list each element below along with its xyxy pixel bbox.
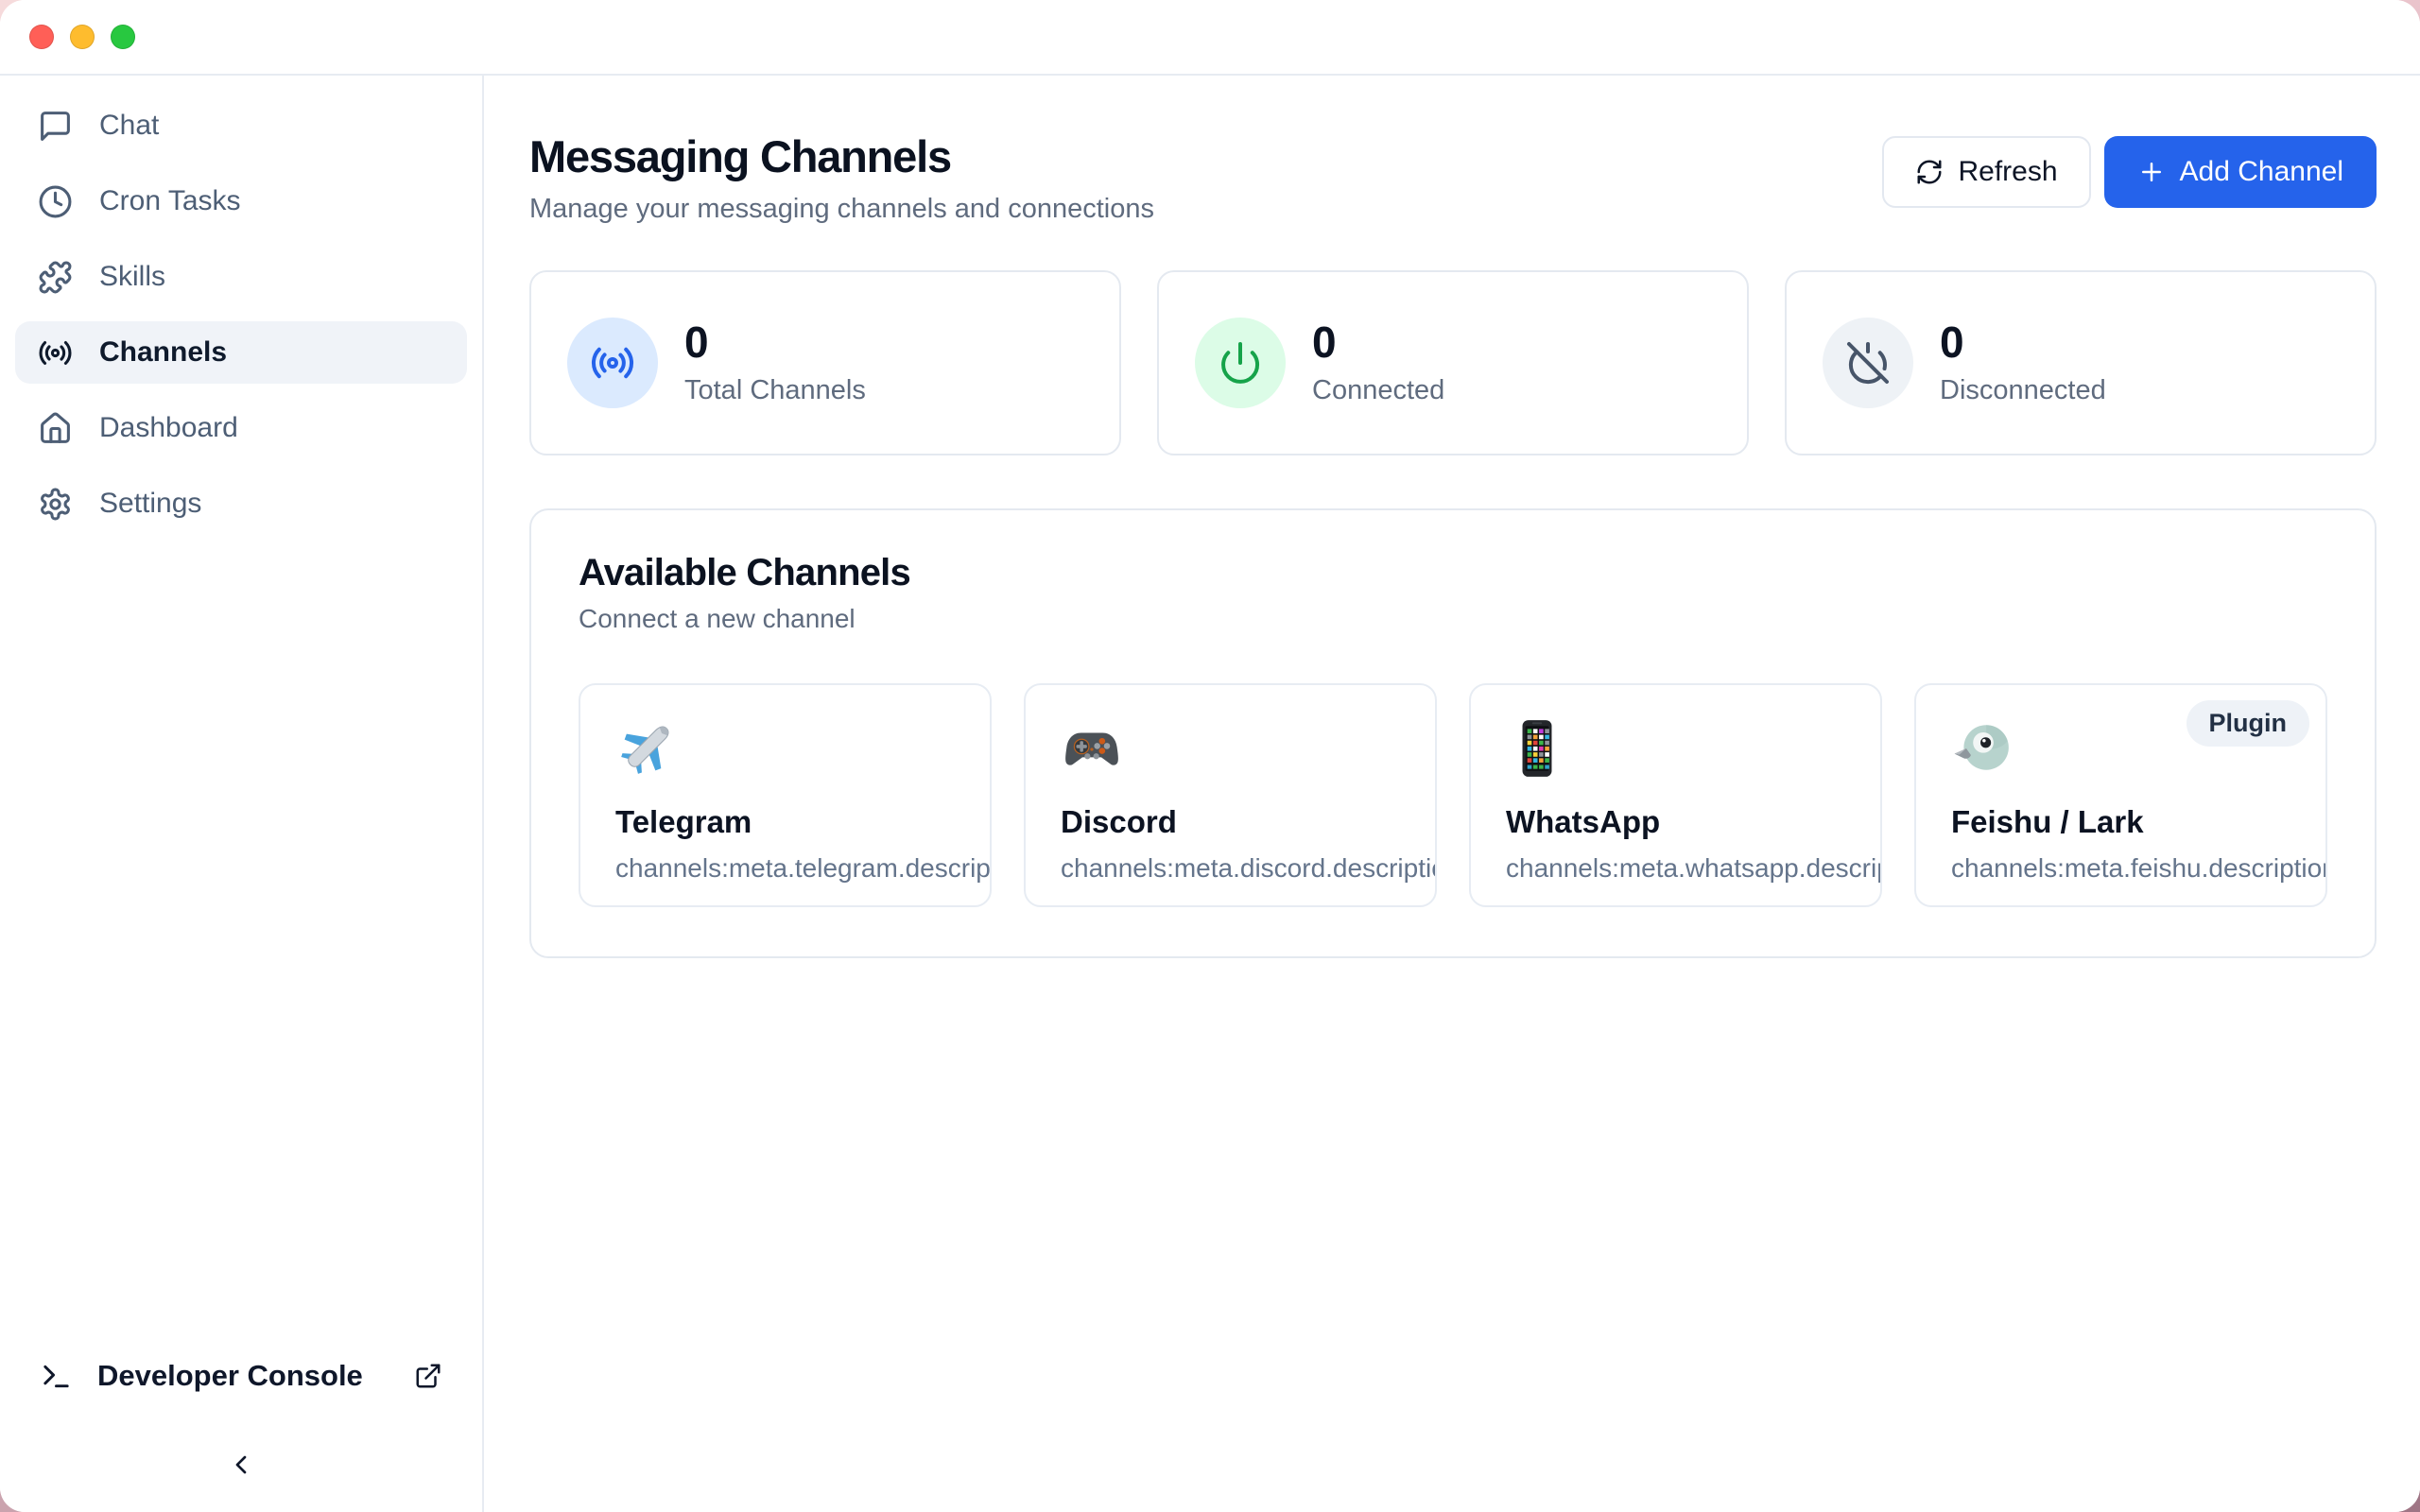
channel-description: channels:meta.whatsapp.descrip <box>1506 853 1880 884</box>
available-channels-section: Available Channels Connect a new channel <box>529 508 2377 958</box>
channel-name: Telegram <box>615 804 990 840</box>
stats-row: 0 Total Channels 0 Connected <box>529 270 2377 455</box>
developer-console-link[interactable]: Developer Console <box>15 1348 467 1404</box>
plus-icon <box>2137 158 2166 186</box>
channel-name: Feishu / Lark <box>1951 804 2325 840</box>
stat-label: Connected <box>1312 375 1444 406</box>
available-channels-title: Available Channels <box>579 552 2327 594</box>
mobile-phone-emoji <box>1506 717 1568 780</box>
stat-icon-circle <box>567 318 658 408</box>
stat-card-total-channels: 0 Total Channels <box>529 270 1121 455</box>
channel-description: channels:meta.telegram.descripti <box>615 853 990 884</box>
broadcast-icon <box>590 340 635 386</box>
power-icon <box>1218 340 1263 386</box>
minimize-button[interactable] <box>70 25 95 49</box>
refresh-button-label: Refresh <box>1958 156 2057 188</box>
stat-value: 0 <box>684 320 866 364</box>
main-content: Messaging Channels Manage your messaging… <box>484 76 2420 1512</box>
titlebar <box>0 0 2420 76</box>
stat-card-connected: 0 Connected <box>1157 270 1749 455</box>
stat-icon-circle <box>1195 318 1286 408</box>
sidebar-footer: Developer Console <box>15 1348 467 1487</box>
app-window: Chat Cron Tasks Skills <box>0 0 2420 1512</box>
sidebar-item-dashboard[interactable]: Dashboard <box>15 397 467 459</box>
clock-icon <box>38 184 73 219</box>
channel-card-feishu-lark[interactable]: Plugin Feishu <box>1914 683 2327 907</box>
sidebar: Chat Cron Tasks Skills <box>0 76 484 1512</box>
terminal-icon <box>40 1360 73 1393</box>
available-channels-subtitle: Connect a new channel <box>579 604 2327 634</box>
sidebar-item-settings[interactable]: Settings <box>15 472 467 535</box>
puzzle-icon <box>38 260 73 295</box>
stat-card-disconnected: 0 Disconnected <box>1785 270 2377 455</box>
refresh-button[interactable]: Refresh <box>1882 136 2090 208</box>
power-off-icon <box>1845 340 1891 386</box>
channel-description: channels:meta.discord.descriptio <box>1061 853 1435 884</box>
gear-icon <box>38 487 73 522</box>
broadcast-icon <box>38 335 73 370</box>
chevron-left-icon <box>226 1450 256 1480</box>
add-channel-button[interactable]: Add Channel <box>2104 136 2377 208</box>
channels-grid: Telegram channels:meta.telegram.descript… <box>579 683 2327 907</box>
channel-name: Discord <box>1061 804 1435 840</box>
zoom-button[interactable] <box>111 25 135 49</box>
page-title: Messaging Channels <box>529 130 1154 182</box>
stat-icon-circle <box>1823 318 1913 408</box>
sidebar-item-label: Settings <box>99 488 201 520</box>
close-button[interactable] <box>29 25 54 49</box>
sidebar-item-label: Dashboard <box>99 412 238 444</box>
sidebar-nav: Chat Cron Tasks Skills <box>15 94 467 535</box>
home-icon <box>38 411 73 446</box>
page-header: Messaging Channels Manage your messaging… <box>529 130 2377 225</box>
stat-value: 0 <box>1940 320 2106 364</box>
sidebar-item-label: Channels <box>99 336 227 369</box>
channel-card-discord[interactable]: Discord channels:meta.discord.descriptio <box>1024 683 1437 907</box>
sidebar-item-channels[interactable]: Channels <box>15 321 467 384</box>
developer-console-label: Developer Console <box>97 1359 363 1393</box>
chat-bubble-icon <box>38 109 73 144</box>
sidebar-collapse-button[interactable] <box>213 1442 269 1487</box>
bird-emoji <box>1951 717 2014 780</box>
jet-emoji <box>615 717 678 780</box>
channel-card-telegram[interactable]: Telegram channels:meta.telegram.descript… <box>579 683 992 907</box>
add-channel-button-label: Add Channel <box>2180 156 2343 188</box>
stat-value: 0 <box>1312 320 1444 364</box>
stat-label: Total Channels <box>684 375 866 406</box>
sidebar-item-label: Skills <box>99 261 165 293</box>
sidebar-item-chat[interactable]: Chat <box>15 94 467 157</box>
sidebar-item-cron-tasks[interactable]: Cron Tasks <box>15 170 467 232</box>
channel-card-whatsapp[interactable]: WhatsApp channels:meta.whatsapp.descrip <box>1469 683 1882 907</box>
channel-description: channels:meta.feishu.description <box>1951 853 2325 884</box>
external-link-icon[interactable] <box>414 1362 442 1390</box>
sidebar-item-label: Chat <box>99 110 159 142</box>
sidebar-item-label: Cron Tasks <box>99 185 241 217</box>
plugin-badge: Plugin <box>2187 700 2310 747</box>
page-subtitle: Manage your messaging channels and conne… <box>529 194 1154 225</box>
channel-name: WhatsApp <box>1506 804 1880 840</box>
stat-label: Disconnected <box>1940 375 2106 406</box>
game-controller-emoji <box>1061 717 1123 780</box>
refresh-icon <box>1915 158 1944 186</box>
sidebar-item-skills[interactable]: Skills <box>15 246 467 308</box>
